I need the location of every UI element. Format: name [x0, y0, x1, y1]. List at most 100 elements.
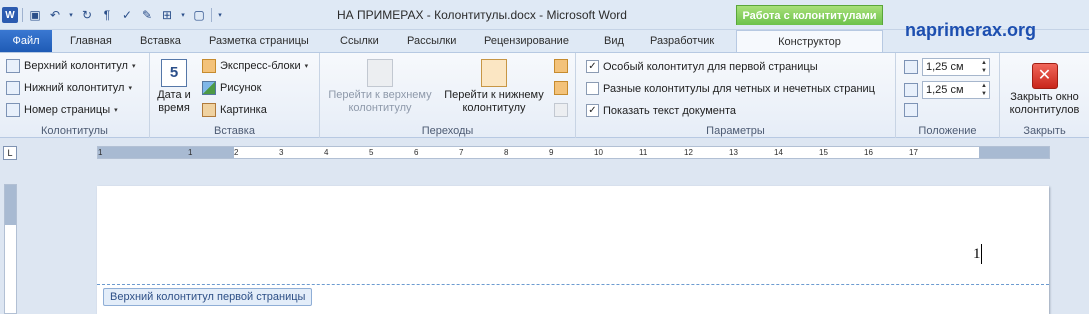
quick-parts-button[interactable]: Экспресс-блоки ▾ — [202, 59, 308, 73]
link-to-previous-button[interactable] — [554, 103, 568, 117]
group-insert: 5 Дата и время Экспресс-блоки ▾ Рисунок … — [150, 53, 320, 139]
checkbox-unchecked[interactable] — [586, 82, 599, 95]
ruler-tick: 3 — [279, 148, 284, 157]
different-odd-even-checkbox[interactable]: Разные колонтитулы для четных и нечетных… — [586, 82, 875, 95]
header-label: Верхний колонтитул — [24, 60, 128, 72]
tab-insert[interactable]: Вставка — [140, 30, 181, 52]
header-position-field[interactable]: 1,25 см ▲ ▼ — [922, 58, 990, 76]
group-label-insert: Вставка — [214, 125, 255, 137]
footer-button[interactable]: Нижний колонтитул ▾ — [6, 81, 132, 95]
header-from-top-icon — [904, 60, 918, 74]
window-title: НА ПРИМЕРАХ - Колонтитулы.docx - Microso… — [337, 8, 627, 22]
ruler-tick: 10 — [594, 148, 603, 157]
tab-home[interactable]: Главная — [70, 30, 112, 52]
group-navigation: Перейти к верхнему колонтитулу Перейти к… — [320, 53, 576, 139]
close-label-line2: колонтитулов — [1009, 104, 1080, 116]
header-button[interactable]: Верхний колонтитул ▾ — [6, 59, 135, 73]
paragraph-marks-icon[interactable]: ¶ — [99, 7, 115, 23]
previous-section-icon — [554, 59, 568, 73]
previous-section-button[interactable] — [554, 59, 568, 73]
chevron-down-icon: ▾ — [114, 107, 118, 114]
new-document-icon[interactable]: ▢ — [191, 7, 207, 23]
ruler-right-margin — [979, 147, 1049, 158]
close-header-footer-button[interactable]: ✕ Закрыть окно колонтитулов — [1000, 63, 1089, 117]
tab-view[interactable]: Вид — [604, 30, 624, 52]
word-app-icon[interactable]: W — [2, 7, 18, 23]
qat-separator — [22, 8, 23, 22]
group-label-navigation: Переходы — [421, 125, 474, 137]
tab-mailings[interactable]: Рассылки — [407, 30, 456, 52]
tab-page-layout[interactable]: Разметка страницы — [209, 30, 309, 52]
vertical-ruler[interactable] — [4, 184, 17, 314]
tab-design[interactable]: Конструктор — [736, 30, 883, 53]
ruler-tick: 15 — [819, 148, 828, 157]
alignment-tab-icon — [904, 103, 918, 117]
customize-qat-icon[interactable]: ▾ — [216, 7, 224, 23]
next-section-button[interactable] — [554, 81, 568, 95]
save-icon[interactable]: ▣ — [27, 7, 43, 23]
header-page-number[interactable]: 1 — [973, 246, 981, 263]
ruler-left-margin — [98, 147, 234, 158]
tab-references[interactable]: Ссылки — [340, 30, 379, 52]
footer-position-value: 1,25 см — [926, 84, 964, 96]
insert-alignment-tab-button[interactable] — [904, 103, 918, 117]
chevron-down-icon: ▾ — [131, 63, 136, 70]
picture-button[interactable]: Рисунок — [202, 81, 262, 95]
different-first-page-checkbox[interactable]: ✓ Особый колонтитул для первой страницы — [586, 60, 818, 73]
footer-icon — [6, 81, 20, 95]
format-painter-icon[interactable]: ✎ — [139, 7, 155, 23]
group-label-position: Положение — [918, 125, 977, 137]
goto-footer-label-line2: колонтитулу — [462, 102, 526, 114]
layout-icon[interactable]: ⊞ — [159, 7, 175, 23]
group-label-close: Закрыть — [1023, 125, 1066, 137]
page-number-icon — [6, 103, 20, 117]
picture-label: Рисунок — [220, 82, 262, 94]
spelling-check-icon[interactable]: ✓ — [119, 7, 135, 23]
footer-position-field[interactable]: 1,25 см ▲ ▼ — [922, 81, 990, 99]
page-number-label: Номер страницы — [24, 104, 111, 116]
checkbox-checked[interactable]: ✓ — [586, 60, 599, 73]
goto-footer-label-line1: Перейти к нижнему — [444, 89, 544, 101]
clip-art-button[interactable]: Картинка — [202, 103, 267, 117]
ribbon: Верхний колонтитул ▾ Нижний колонтитул ▾… — [0, 52, 1089, 139]
ruler-tick: 5 — [369, 148, 374, 157]
footer-from-bottom-icon — [904, 83, 918, 97]
different-first-page-label: Особый колонтитул для первой страницы — [603, 60, 818, 73]
goto-footer-button[interactable]: Перейти к нижнему колонтитулу — [438, 59, 550, 115]
layout-dropdown-icon[interactable]: ▾ — [179, 7, 187, 23]
horizontal-ruler[interactable]: 1 1 2 3 4 5 6 7 8 9 10 11 12 13 14 15 16… — [97, 146, 1050, 159]
chevron-down-icon: ▾ — [304, 63, 309, 70]
goto-header-label-line2: колонтитулу — [348, 102, 412, 114]
close-icon: ✕ — [1031, 63, 1058, 89]
show-document-text-checkbox[interactable]: ✓ Показать текст документа — [586, 104, 736, 117]
undo-icon[interactable]: ↶ — [47, 7, 63, 23]
header-icon — [6, 59, 20, 73]
ruler-tick: 1 — [98, 148, 103, 157]
next-section-icon — [554, 81, 568, 95]
show-document-text-label: Показать текст документа — [603, 104, 737, 117]
spinner-arrows-icon[interactable]: ▲ ▼ — [981, 59, 987, 75]
tab-developer[interactable]: Разработчик — [650, 30, 714, 52]
checkbox-checked[interactable]: ✓ — [586, 104, 599, 117]
date-time-button[interactable]: 5 Дата и время — [156, 59, 192, 115]
header-boundary-line — [97, 284, 1049, 285]
ruler-area: L 1 1 2 3 4 5 6 7 8 9 10 11 12 13 14 15 … — [0, 138, 1089, 184]
redo-icon[interactable]: ↻ — [79, 7, 95, 23]
tab-review[interactable]: Рецензирование — [484, 30, 569, 52]
clip-art-label: Картинка — [220, 104, 267, 116]
page-number-button[interactable]: Номер страницы ▾ — [6, 103, 118, 117]
ruler-tick: 1 — [188, 148, 193, 157]
undo-dropdown-icon[interactable]: ▾ — [67, 7, 75, 23]
ruler-tick: 2 — [234, 148, 239, 157]
tab-selector[interactable]: L — [3, 146, 17, 160]
goto-header-icon — [367, 59, 393, 87]
group-headers-footers: Верхний колонтитул ▾ Нижний колонтитул ▾… — [0, 53, 150, 139]
footer-position-spinner[interactable]: 1,25 см ▲ ▼ — [904, 81, 990, 99]
header-position-spinner[interactable]: 1,25 см ▲ ▼ — [904, 58, 990, 76]
document-page[interactable]: 1 Верхний колонтитул первой страницы — [97, 186, 1049, 314]
ruler-tick: 7 — [459, 148, 464, 157]
picture-icon — [202, 81, 216, 95]
goto-header-button[interactable]: Перейти к верхнему колонтитулу — [324, 59, 436, 115]
spinner-arrows-icon[interactable]: ▲ ▼ — [981, 82, 987, 98]
tab-file[interactable]: Файл — [0, 30, 52, 52]
